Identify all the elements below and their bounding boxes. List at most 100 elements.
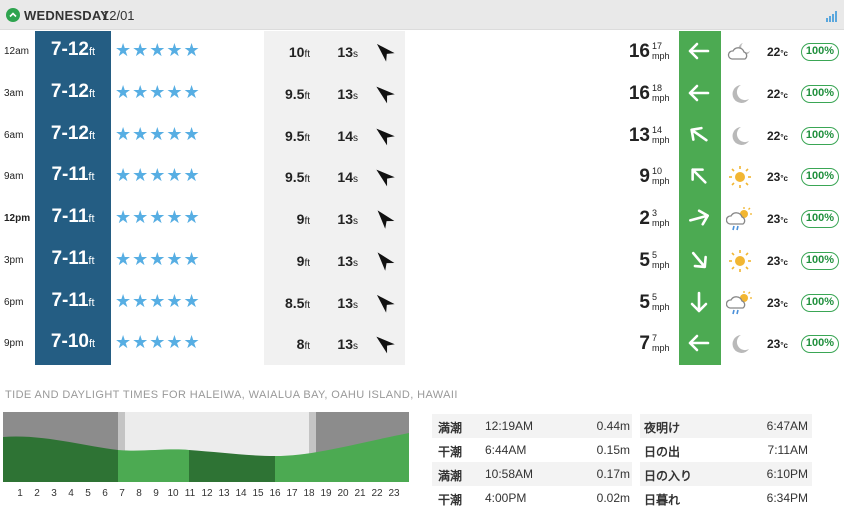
swell-period: 13s: [337, 85, 358, 102]
daylight-time: 7:11AM: [767, 443, 808, 457]
forecast-row[interactable]: 9pm 7-10ft ★★★★★ 8ft 13s 7 7 mph 23°c 100%: [0, 323, 844, 365]
swell-height: 9ft: [296, 211, 310, 227]
daylight-row: 日暮れ 6:34PM: [640, 486, 812, 510]
wind-gust: 18 mph: [652, 82, 670, 103]
tide-hour-axis: 1 2 3 4 5 6 7 8 9 10 11 12 13 14 15 16 17 18 19 20 21 22 23: [3, 488, 409, 502]
hour-tick: 17: [286, 488, 298, 499]
hour-tick: 23: [388, 488, 400, 499]
swell-period: 13s: [337, 211, 358, 227]
hour-tick: 5: [85, 488, 91, 499]
wind-speed: 2: [639, 208, 650, 229]
wind-speed: 13: [628, 124, 650, 146]
wind-direction-arrow-icon: [686, 331, 712, 355]
swell-direction-arrow-icon: [367, 326, 401, 360]
tide-section-title: TIDE AND DAYLIGHT TIMES FOR HALEIWA, WAI…: [5, 389, 458, 401]
hour-tick: 3: [51, 488, 57, 499]
probability-badge: 100%: [801, 84, 839, 103]
wind-direction-arrow-icon: [681, 117, 716, 152]
daylight-time: 6:34PM: [766, 491, 808, 505]
tide-type: 満潮: [438, 469, 463, 483]
forecast-row[interactable]: 6pm 7-11ft ★★★★★ 8.5ft 13s 5 5 mph 23°c 100%: [0, 282, 844, 324]
rating-stars: ★★★★★: [115, 81, 201, 102]
swell-height: 9.5ft: [284, 169, 310, 186]
swell-period: 13s: [337, 252, 358, 269]
time-label: 12pm: [4, 213, 31, 224]
moon-icon: [726, 81, 754, 107]
daylight-label: 日暮れ: [644, 493, 681, 507]
wind-direction-arrow-icon: [681, 242, 716, 277]
rating-stars: ★★★★★: [115, 165, 201, 186]
moon-icon: [726, 331, 754, 357]
hour-tick: 4: [68, 488, 74, 499]
wave-height: 7-11ft: [51, 206, 95, 227]
wind-speed: 5: [639, 291, 650, 313]
wind-gust: 17 mph: [652, 41, 670, 61]
hour-tick: 11: [184, 488, 196, 499]
hour-tick: 10: [167, 488, 179, 499]
wind-speed: 7: [639, 333, 650, 355]
tide-chart: [3, 412, 409, 482]
time-label: 3pm: [4, 254, 24, 266]
forecast-row[interactable]: 12am 7-12ft ★★★★★ 10ft 13s 16 17 mph 22°c 100%: [0, 31, 844, 73]
forecast-row[interactable]: 3pm 7-11ft ★★★★★ 9ft 13s 5 5 mph 23°c 100%: [0, 240, 844, 282]
hour-tick: 16: [269, 488, 281, 499]
rating-stars: ★★★★★: [115, 207, 201, 227]
wind-direction-arrow-icon: [686, 39, 712, 63]
swell-direction-arrow-icon: [367, 201, 401, 235]
forecast-row[interactable]: 6am 7-12ft ★★★★★ 9.5ft 14s 13 14 mph 22°c 100%: [0, 115, 844, 157]
time-label: 9pm: [4, 338, 24, 350]
swell-direction-arrow-icon: [367, 34, 401, 68]
daylight-label: 日の出: [644, 445, 681, 459]
daylight-row: 日の出 7:11AM: [640, 438, 812, 462]
tide-time: 10:58AM: [485, 467, 534, 481]
wave-height: 7-12ft: [50, 80, 96, 102]
time-label: 6am: [4, 129, 24, 141]
tide-type: 干潮: [438, 493, 463, 507]
rating-stars: ★★★★★: [115, 332, 201, 353]
wind-gust: 5 mph: [652, 249, 670, 270]
wind-direction-arrow-icon: [686, 81, 712, 105]
wave-height: 7-11ft: [51, 289, 95, 311]
daylight-time: 6:10PM: [766, 467, 808, 481]
swell-period: 13s: [337, 294, 358, 311]
wind-gust: 3 mph: [652, 208, 670, 228]
tide-row: 満潮 10:58AM 0.17m: [432, 462, 632, 486]
rating-stars: ★★★★★: [115, 40, 201, 60]
temperature: 23°c: [767, 337, 789, 352]
wave-height: 7-10ft: [50, 331, 96, 353]
signal-bars-icon: [826, 9, 838, 27]
swell-direction-arrow-icon: [367, 76, 401, 110]
forecast-table: 12am 7-12ft ★★★★★ 10ft 13s 16 17 mph 22°c 100% 3am…: [0, 31, 844, 365]
rating-stars: ★★★★★: [115, 290, 201, 311]
wind-gust: 5 mph: [652, 291, 670, 312]
forecast-row[interactable]: 12pm 7-11ft ★★★★★ 9ft 13s 2 3 mph 23°c 100%: [0, 198, 844, 240]
sun-rain-icon: [725, 290, 754, 316]
tide-time: 4:00PM: [485, 491, 527, 505]
probability-badge: 100%: [801, 251, 839, 270]
wave-height: 7-11ft: [51, 247, 95, 269]
swell-direction-arrow-icon: [367, 159, 401, 193]
temperature: 22°c: [767, 128, 789, 143]
chevron-up-icon[interactable]: [6, 8, 20, 22]
hour-tick: 7: [119, 488, 125, 499]
daylight-time: 6:47AM: [766, 419, 808, 433]
hour-tick: 8: [136, 488, 142, 499]
wind-speed: 5: [639, 249, 650, 271]
daylight-row: 夜明け 6:47AM: [640, 414, 812, 438]
forecast-row[interactable]: 3am 7-12ft ★★★★★ 9.5ft 13s 16 18 mph 22°c 100%: [0, 73, 844, 115]
wind-gust: 14 mph: [652, 124, 670, 145]
swell-direction-arrow-icon: [367, 243, 401, 277]
wind-direction-arrow-icon: [681, 159, 716, 194]
tide-curve-day-early: [118, 449, 189, 482]
hour-tick: 22: [371, 488, 383, 499]
probability-badge: 100%: [801, 126, 839, 145]
day-header[interactable]: WEDNESDAY 12/01: [0, 0, 844, 30]
hour-tick: 20: [337, 488, 349, 499]
swell-period: 13s: [337, 336, 358, 353]
swell-height: 9ft: [296, 252, 310, 269]
hour-tick: 13: [218, 488, 230, 499]
forecast-row[interactable]: 9am 7-11ft ★★★★★ 9.5ft 14s 9 10 mph 23°c 100%: [0, 156, 844, 198]
temperature: 23°c: [767, 170, 789, 185]
swell-height: 8ft: [296, 336, 310, 353]
wave-height: 7-12ft: [50, 39, 96, 60]
